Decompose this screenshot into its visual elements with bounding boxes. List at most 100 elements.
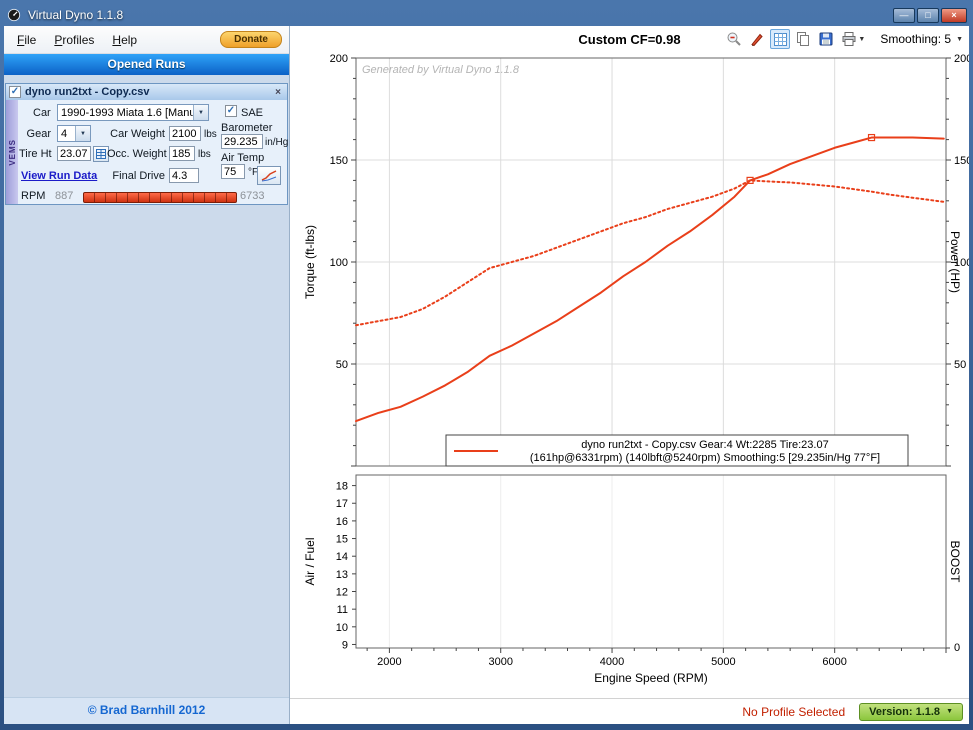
svg-text:Engine Speed (RPM): Engine Speed (RPM) — [594, 671, 707, 685]
copy-icon — [795, 31, 811, 47]
car-weight-label: Car Weight — [103, 128, 165, 140]
torque-curve — [356, 180, 944, 325]
svg-text:Power (HP): Power (HP) — [948, 231, 962, 293]
rpm-label: RPM — [21, 190, 45, 202]
svg-text:200: 200 — [330, 54, 348, 65]
printer-icon — [841, 31, 857, 47]
car-weight-unit: lbs — [204, 129, 217, 140]
vems-tab[interactable]: VEMS — [6, 100, 18, 204]
curve-icon — [261, 170, 277, 182]
dyno-chart[interactable]: Generated by Virtual Dyno 1.1.8505010010… — [290, 54, 969, 698]
svg-text:dyno run2txt - Copy.csv Gear:4: dyno run2txt - Copy.csv Gear:4 Wt:2285 T… — [581, 439, 828, 451]
profile-status-text: No Profile Selected — [742, 705, 845, 719]
svg-text:Air / Fuel: Air / Fuel — [303, 537, 317, 585]
donate-button[interactable]: Donate — [220, 31, 282, 48]
run-card-header: ✓ dyno run2txt - Copy.csv × — [6, 84, 287, 100]
car-weight-input[interactable] — [169, 126, 201, 141]
tire-height-label: Tire Ht — [19, 148, 51, 160]
barometer-unit: in/Hg — [265, 137, 288, 148]
occ-weight-input[interactable] — [169, 146, 195, 161]
version-dropdown-button[interactable]: Version: 1.1.8 ▼ — [859, 703, 963, 721]
svg-text:150: 150 — [330, 155, 348, 167]
svg-text:2000: 2000 — [377, 656, 401, 668]
run-enabled-checkbox[interactable]: ✓ — [9, 86, 21, 98]
menu-item-profiles[interactable]: Profiles — [45, 30, 103, 50]
grid-icon — [773, 32, 788, 47]
svg-text:50: 50 — [336, 359, 348, 371]
chevron-down-icon: ▼ — [946, 708, 953, 715]
car-label: Car — [33, 107, 51, 119]
menu-item-help[interactable]: Help — [103, 30, 146, 50]
table-icon — [96, 149, 106, 159]
chevron-down-icon: ▼ — [75, 126, 90, 141]
data-cursor-button[interactable] — [747, 29, 767, 49]
svg-text:14: 14 — [336, 551, 348, 563]
final-drive-input[interactable] — [169, 168, 199, 183]
rpm-range-slider[interactable] — [83, 192, 237, 203]
app-gauge-icon — [7, 7, 23, 23]
sidebar-footer-copyright: © Brad Barnhill 2012 — [4, 697, 289, 724]
svg-text:BOOST: BOOST — [948, 540, 962, 583]
final-drive-label: Final Drive — [107, 170, 165, 182]
menubar: File Profiles Help Donate — [4, 26, 289, 54]
svg-text:Torque (ft-lbs): Torque (ft-lbs) — [303, 225, 317, 299]
print-button[interactable]: ▼ — [839, 29, 867, 49]
svg-text:(161hp@6331rpm) (140lbft@5240r: (161hp@6331rpm) (140lbft@5240rpm) Smooth… — [530, 452, 880, 464]
copy-button[interactable] — [793, 29, 813, 49]
minimize-button[interactable]: — — [893, 8, 915, 23]
window-controls: — □ × — [893, 8, 967, 23]
menu-item-file[interactable]: File — [8, 30, 45, 50]
air-temp-input[interactable] — [221, 164, 245, 179]
smoothing-dropdown[interactable]: Smoothing: 5 ▼ — [880, 32, 963, 46]
magnifier-minus-icon — [726, 31, 742, 47]
close-button[interactable]: × — [941, 8, 967, 23]
svg-text:150: 150 — [954, 155, 969, 167]
titlebar: Virtual Dyno 1.1.8 — □ × — [4, 4, 969, 26]
chart-toolbar: Custom CF=0.98 — [290, 26, 969, 54]
barometer-label: Barometer — [221, 122, 272, 134]
svg-text:11: 11 — [337, 604, 348, 616]
svg-text:6000: 6000 — [822, 656, 846, 668]
grid-toggle-button[interactable] — [770, 29, 790, 49]
occ-weight-unit: lbs — [198, 149, 211, 160]
chart-area: Generated by Virtual Dyno 1.1.8505010010… — [290, 54, 969, 698]
svg-text:12: 12 — [336, 587, 348, 599]
run-card-body: Car 1990-1993 Miata 1.6 [Manua ▼ ✓ SAE G… — [19, 100, 286, 203]
svg-text:100: 100 — [330, 257, 348, 269]
svg-text:15: 15 — [336, 534, 348, 546]
svg-text:18: 18 — [336, 481, 348, 493]
open-plot-button[interactable] — [257, 166, 281, 185]
barometer-input[interactable] — [221, 134, 263, 149]
svg-text:200: 200 — [954, 54, 969, 65]
car-select[interactable]: 1990-1993 Miata 1.6 [Manua ▼ — [57, 104, 209, 121]
occ-weight-label: Occ. Weight — [107, 148, 165, 160]
sidebar: File Profiles Help Donate Opened Runs ✓ … — [4, 26, 289, 724]
zoom-out-button[interactable] — [724, 29, 744, 49]
svg-text:17: 17 — [336, 498, 348, 510]
sae-checkbox[interactable]: ✓ — [225, 105, 237, 117]
svg-text:4000: 4000 — [600, 656, 624, 668]
svg-text:50: 50 — [954, 359, 966, 371]
run-close-button[interactable]: × — [272, 87, 284, 98]
app-window: Virtual Dyno 1.1.8 — □ × File Profiles H… — [0, 0, 973, 730]
maximize-button[interactable]: □ — [917, 8, 939, 23]
svg-text:3000: 3000 — [488, 656, 512, 668]
svg-text:5000: 5000 — [711, 656, 735, 668]
rpm-min-value: 887 — [55, 190, 73, 202]
opened-runs-header: Opened Runs — [4, 54, 289, 75]
rpm-max-value: 6733 — [240, 190, 264, 202]
main-panel: Custom CF=0.98 — [289, 26, 969, 724]
floppy-save-icon — [818, 31, 834, 47]
gear-select[interactable]: 4 ▼ — [57, 125, 91, 142]
save-button[interactable] — [816, 29, 836, 49]
chevron-down-icon: ▼ — [858, 36, 865, 43]
run-title: dyno run2txt - Copy.csv — [25, 86, 268, 98]
svg-text:10: 10 — [336, 622, 348, 634]
red-pen-icon — [749, 31, 765, 47]
view-run-data-link[interactable]: View Run Data — [21, 170, 97, 182]
tire-height-input[interactable] — [57, 146, 91, 161]
svg-text:13: 13 — [336, 569, 348, 581]
svg-text:9: 9 — [342, 639, 348, 651]
chevron-down-icon: ▼ — [956, 36, 963, 43]
statusbar: No Profile Selected Version: 1.1.8 ▼ — [290, 698, 969, 724]
